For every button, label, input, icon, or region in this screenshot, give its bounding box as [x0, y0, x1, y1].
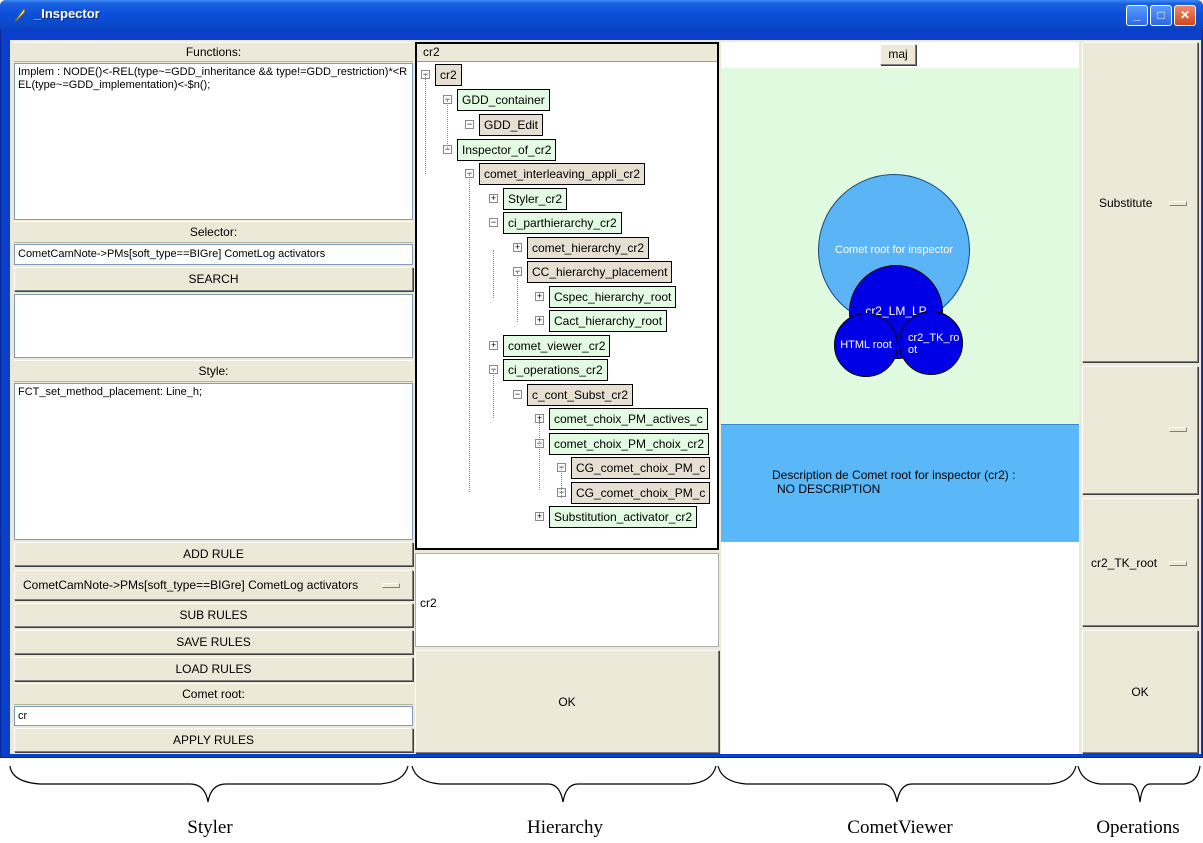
functions-label: Functions: — [14, 42, 413, 62]
tree-node[interactable]: Substitution_activator_cr2 — [549, 506, 698, 528]
hierarchy-header: cr2 — [417, 44, 717, 62]
section-braces — [9, 765, 1201, 803]
caption-operations: Operations — [1096, 817, 1180, 838]
search-button[interactable]: SEARCH — [14, 267, 413, 291]
tree-node[interactable]: comet_viewer_cr2 — [503, 335, 611, 357]
collapse-icon[interactable]: − — [465, 120, 474, 129]
expand-icon[interactable]: + — [489, 194, 498, 203]
operations-ok-button[interactable]: OK — [1082, 630, 1198, 753]
expand-icon[interactable]: + — [535, 512, 544, 521]
option-menu-icon — [1169, 201, 1187, 206]
add-rule-button[interactable]: ADD RULE — [14, 542, 413, 566]
style-textarea[interactable]: FCT_set_method_placement: Line_h; — [14, 383, 413, 540]
tree-node[interactable]: comet_hierarchy_cr2 — [527, 237, 650, 259]
tree-node[interactable]: Inspector_of_cr2 — [457, 139, 557, 161]
tree-guide-line — [493, 250, 494, 298]
tree-node[interactable]: Cact_hierarchy_root — [549, 310, 668, 332]
search-results[interactable] — [14, 294, 413, 358]
empty-menu[interactable] — [1082, 366, 1198, 494]
tree-node[interactable]: ci_operations_cr2 — [503, 359, 608, 381]
hierarchy-selection-text: cr2 — [420, 596, 437, 610]
description-title: Description de Comet root for inspector … — [772, 468, 1016, 482]
caption-viewer: CometViewer — [847, 817, 953, 838]
substitute-label: Substitute — [1099, 196, 1153, 210]
tree-guide-line — [447, 100, 448, 150]
expand-icon[interactable]: + — [489, 341, 498, 350]
maj-button[interactable]: maj — [880, 44, 916, 65]
tk-root-menu[interactable]: cr2_TK_root — [1082, 498, 1198, 626]
styler-brace — [9, 765, 409, 803]
option-menu-icon — [1169, 561, 1187, 566]
tree-node[interactable]: ci_parthierarchy_cr2 — [503, 212, 622, 234]
functions-textarea[interactable]: Implem : NODE()<-REL(type~=GDD_inheritan… — [14, 63, 413, 220]
substitute-menu[interactable]: Substitute — [1082, 42, 1198, 362]
circle-html-root-label: HTML root — [840, 339, 892, 351]
load-rules-button[interactable]: LOAD RULES — [14, 657, 413, 681]
tree-node[interactable]: comet_choix_PM_actives_c — [549, 408, 708, 430]
rule-select-value: CometCamNote->PMs[soft_type==BIGre] Come… — [23, 578, 359, 592]
hierarchy-tree[interactable]: cr2 − cr2− GDD_container − GDD_Edit − Inspecto… — [415, 42, 719, 550]
tree-node[interactable]: cr2 — [435, 64, 462, 86]
tree-node[interactable]: comet_choix_PM_choix_cr2 — [549, 433, 710, 455]
tree-node[interactable]: CG_comet_choix_PM_c — [571, 482, 711, 504]
tree-guide-line — [425, 74, 426, 174]
hierarchy-brace — [411, 765, 717, 803]
tree-guide-line — [517, 272, 518, 322]
caption-hierarchy: Hierarchy — [527, 817, 603, 838]
circle-comet-root-label: Comet root for inspector — [835, 244, 953, 256]
window-title: _Inspector — [34, 6, 100, 21]
selector-input[interactable]: CometCamNote->PMs[soft_type==BIGre] Come… — [14, 244, 413, 265]
selector-label: Selector: — [14, 221, 413, 243]
tree-body: − cr2− GDD_container − GDD_Edit − Inspector_of… — [417, 62, 717, 548]
option-menu-icon — [1169, 427, 1187, 432]
tree-node[interactable]: GDD_Edit — [479, 114, 544, 136]
collapse-icon[interactable]: − — [513, 390, 522, 399]
operations-brace — [1077, 765, 1201, 803]
hierarchy-selection-box[interactable]: cr2 — [415, 553, 719, 647]
rule-select[interactable]: CometCamNote->PMs[soft_type==BIGre] Come… — [14, 570, 413, 600]
tk-root-label: cr2_TK_root — [1091, 556, 1158, 570]
tree-node[interactable]: Styler_cr2 — [503, 188, 568, 210]
tree-node[interactable]: c_cont_Subst_cr2 — [527, 384, 634, 406]
expand-icon[interactable]: + — [513, 243, 522, 252]
tree-guide-line — [493, 370, 494, 418]
option-menu-icon — [382, 583, 400, 588]
tree-guide-line — [539, 420, 540, 490]
tree-guide-line — [469, 174, 470, 492]
title-bar[interactable] — [0, 0, 1203, 30]
close-button[interactable]: ✕ — [1174, 5, 1196, 26]
circle-html-root[interactable]: HTML root — [834, 313, 898, 377]
tree-guide-line — [561, 466, 562, 498]
tree-node[interactable]: comet_interleaving_appli_cr2 — [479, 163, 646, 185]
save-rules-button[interactable]: SAVE RULES — [14, 630, 413, 654]
circle-tk-root-label: cr2_TK_ro ot — [908, 332, 960, 356]
hierarchy-ok-button[interactable]: OK — [415, 650, 719, 753]
apply-rules-button[interactable]: APPLY RULES — [14, 728, 413, 752]
description-body: NO DESCRIPTION — [777, 482, 881, 496]
style-label: Style: — [14, 360, 413, 382]
tree-node[interactable]: CC_hierarchy_placement — [527, 261, 673, 283]
expand-icon[interactable]: + — [535, 316, 544, 325]
viewer-brace — [717, 765, 1077, 803]
tree-node[interactable]: GDD_container — [457, 89, 550, 111]
expand-icon[interactable]: + — [535, 292, 544, 301]
feather-icon — [12, 7, 28, 23]
sub-rules-button[interactable]: SUB RULES — [14, 603, 413, 627]
comet-root-label: Comet root: — [14, 683, 413, 705]
viewer-canvas[interactable]: Comet root for inspector cr2_LM_LP HTML … — [721, 68, 1079, 424]
comet-root-input[interactable]: cr — [14, 706, 413, 726]
circle-tk-root[interactable]: cr2_TK_ro ot — [899, 311, 963, 375]
collapse-icon[interactable]: − — [489, 218, 498, 227]
tree-node[interactable]: Cspec_hierarchy_root — [549, 286, 677, 308]
description-panel: Description de Comet root for inspector … — [721, 424, 1079, 542]
minimize-button[interactable]: _ — [1126, 5, 1148, 26]
maximize-button[interactable]: □ — [1150, 5, 1172, 26]
tree-node[interactable]: CG_comet_choix_PM_c — [571, 457, 711, 479]
caption-styler: Styler — [187, 817, 233, 838]
